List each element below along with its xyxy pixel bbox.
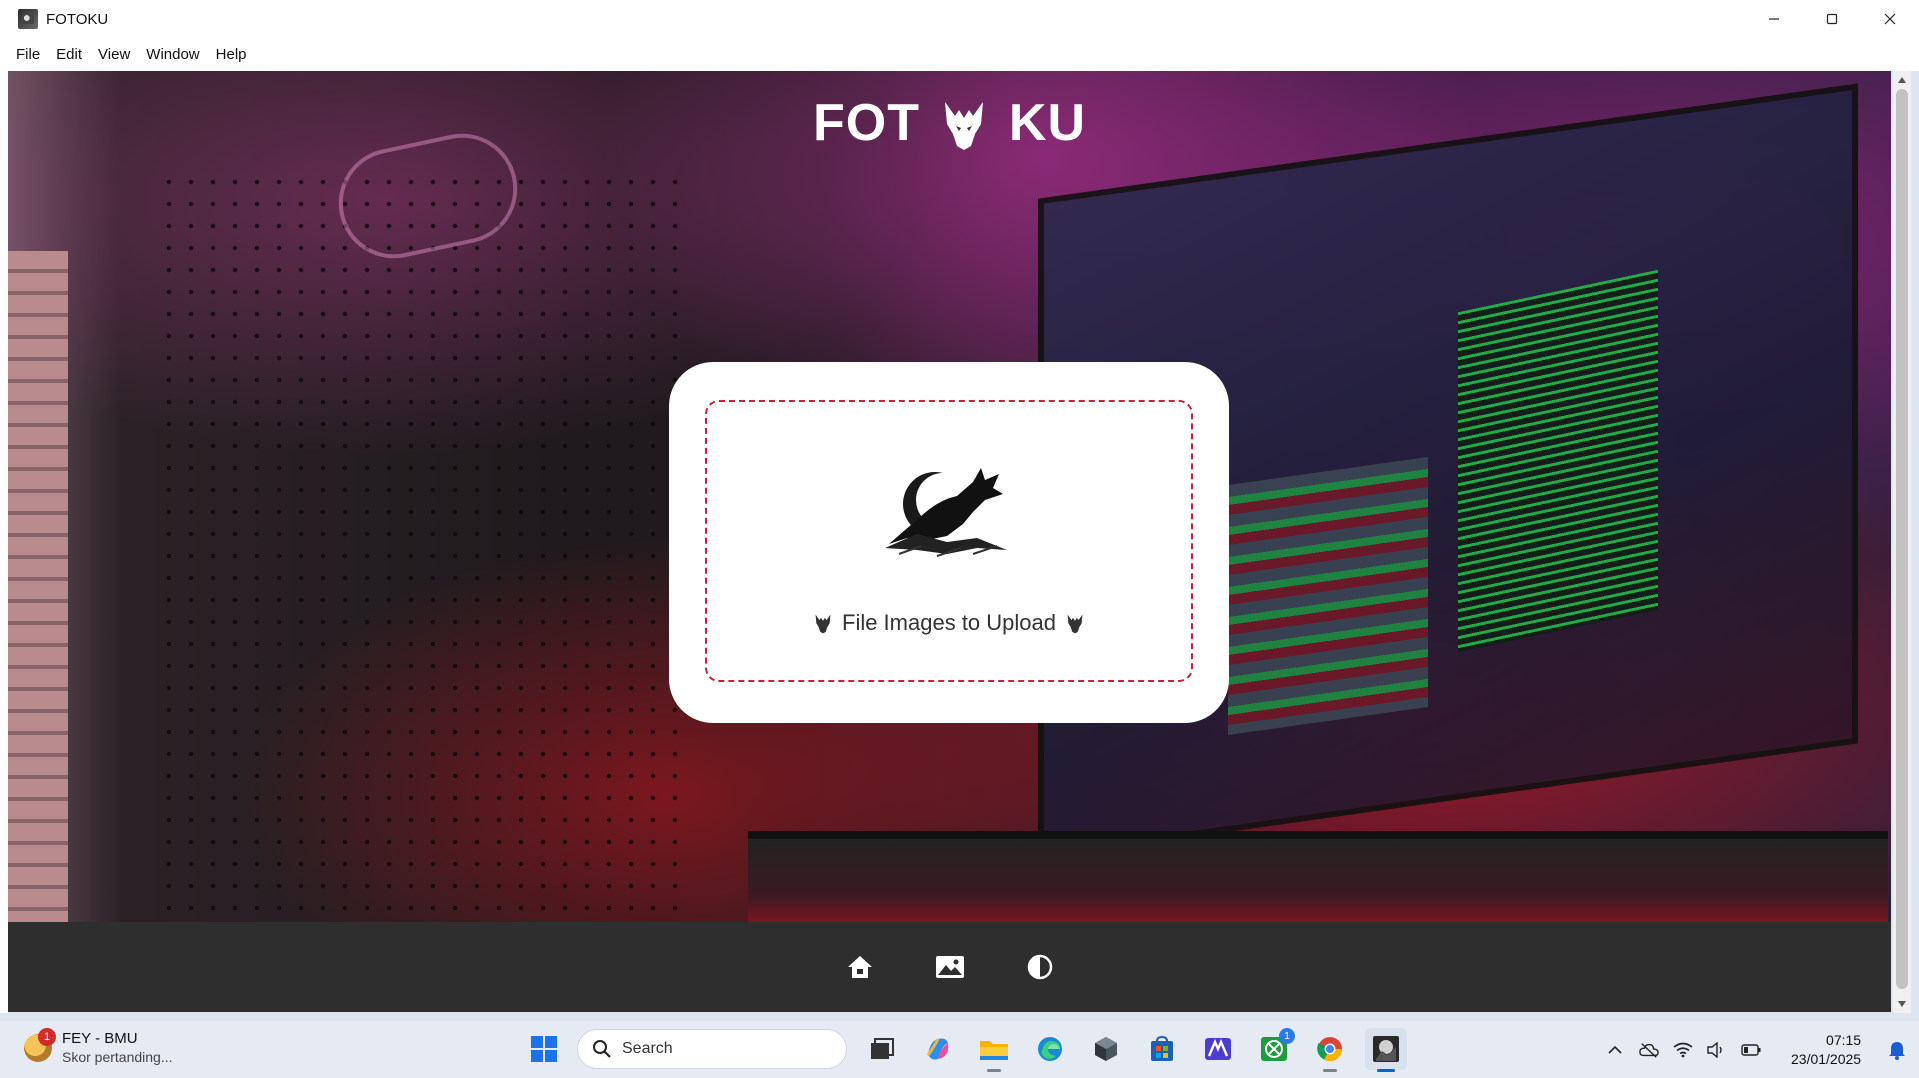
close-button[interactable] xyxy=(1861,0,1919,38)
cloud-offline-icon xyxy=(1639,1043,1659,1058)
tray-onedrive[interactable] xyxy=(1639,1040,1659,1060)
widget-subtitle: Skor pertanding... xyxy=(62,1049,173,1065)
editor-icon xyxy=(1205,1038,1231,1060)
taskbar-file-explorer[interactable] xyxy=(973,1028,1015,1072)
terminal-window xyxy=(1458,269,1658,653)
clock-date: 23/01/2025 xyxy=(1791,1051,1862,1067)
system-tray: 07:15 23/01/2025 xyxy=(1605,1031,1907,1069)
task-view-icon xyxy=(871,1038,894,1059)
xbox-badge: 1 xyxy=(1279,1028,1295,1044)
maximize-button[interactable] xyxy=(1803,0,1861,38)
window-blinds xyxy=(8,251,68,923)
taskbar-app-editor[interactable] xyxy=(1197,1028,1239,1070)
lower-monitor xyxy=(748,831,1888,923)
menu-help[interactable]: Help xyxy=(208,42,255,67)
bell-icon xyxy=(1889,1042,1906,1060)
widget-title: FEY - BMU xyxy=(62,1030,138,1047)
wolf-logo-icon xyxy=(1067,614,1083,634)
taskbar-search[interactable]: Search xyxy=(577,1029,847,1069)
wolf-logo-icon xyxy=(815,614,831,634)
taskbar-xbox[interactable]: 1 xyxy=(1253,1028,1295,1070)
chevron-up-icon xyxy=(1608,1045,1622,1054)
window-title: FOTOKU xyxy=(46,10,109,28)
chrome-icon xyxy=(1317,1037,1342,1062)
taskbar-edge[interactable] xyxy=(1029,1028,1071,1070)
start-button[interactable] xyxy=(525,1030,563,1068)
copilot-icon xyxy=(926,1038,949,1060)
nav-gallery-button[interactable] xyxy=(933,950,967,984)
logo-text-right: KU xyxy=(1008,94,1086,152)
close-icon xyxy=(1884,13,1896,25)
menu-view[interactable]: View xyxy=(90,42,138,67)
tray-battery[interactable] xyxy=(1741,1040,1761,1060)
search-icon xyxy=(593,1040,611,1058)
upload-label: File Images to Upload xyxy=(842,610,1056,635)
active-indicator xyxy=(1377,1069,1395,1072)
store-icon xyxy=(1151,1035,1173,1061)
notifications-button[interactable] xyxy=(1887,1040,1907,1060)
cube-icon xyxy=(1095,1037,1117,1061)
widget-text: FEY - BMU Skor pertanding... xyxy=(62,1029,173,1067)
news-widget[interactable]: 1 FEY - BMU Skor pertanding... xyxy=(24,1028,173,1067)
taskbar-chrome[interactable] xyxy=(1309,1028,1351,1072)
taskbar-task-view[interactable] xyxy=(861,1028,903,1070)
bottom-nav xyxy=(8,922,1891,1012)
running-indicator xyxy=(987,1069,1001,1072)
upload-label-row: File Images to Upload xyxy=(707,610,1191,636)
battery-icon xyxy=(1741,1044,1761,1056)
taskbar-center: Search 1 xyxy=(525,1028,1407,1072)
windows-icon xyxy=(531,1036,557,1062)
taskbar-fotoku[interactable] xyxy=(1365,1028,1407,1072)
taskbar-app-cube[interactable] xyxy=(1085,1028,1127,1070)
speaker-icon xyxy=(1707,1042,1722,1058)
tray-volume[interactable] xyxy=(1707,1040,1727,1060)
minimize-button[interactable] xyxy=(1745,0,1803,38)
app-logo: FOT KU xyxy=(8,93,1891,153)
app-content: FOT KU File Images to Upload xyxy=(8,71,1891,923)
scroll-thumb[interactable] xyxy=(1896,89,1908,989)
home-icon xyxy=(847,956,872,978)
widget-badge: 1 xyxy=(38,1028,56,1046)
search-placeholder: Search xyxy=(622,1040,673,1057)
wifi-icon xyxy=(1673,1042,1693,1058)
menu-bar: File Edit View Window Help xyxy=(0,38,1919,71)
howling-wolf-moon-icon xyxy=(885,468,1007,557)
menu-edit[interactable]: Edit xyxy=(48,42,90,67)
scroll-down-icon[interactable] xyxy=(1898,1001,1906,1007)
monitor-window xyxy=(1228,456,1428,736)
window-controls xyxy=(1745,0,1919,38)
contrast-icon xyxy=(1027,954,1052,980)
folder-icon xyxy=(980,1041,1008,1060)
wolf-logo-icon xyxy=(945,102,984,151)
upload-card: File Images to Upload xyxy=(669,362,1229,723)
image-icon xyxy=(935,956,964,978)
tray-overflow-button[interactable] xyxy=(1605,1040,1625,1060)
menu-window[interactable]: Window xyxy=(138,42,207,67)
vertical-scrollbar[interactable] xyxy=(1893,71,1911,1013)
pegboard xyxy=(158,171,678,923)
nav-theme-button[interactable] xyxy=(1023,950,1057,984)
tray-wifi[interactable] xyxy=(1673,1040,1693,1060)
maximize-icon xyxy=(1826,13,1838,25)
app-icon xyxy=(18,9,38,29)
title-bar: FOTOKU xyxy=(0,0,1919,38)
edge-icon xyxy=(1038,1037,1062,1061)
logo-text-left: FOT xyxy=(813,94,920,152)
scroll-up-icon[interactable] xyxy=(1898,77,1906,83)
nav-home-button[interactable] xyxy=(843,950,877,984)
taskbar: 1 FEY - BMU Skor pertanding... Search 1 … xyxy=(0,1021,1919,1078)
minimize-icon xyxy=(1769,18,1779,20)
taskbar-store[interactable] xyxy=(1141,1028,1183,1070)
taskbar-copilot[interactable] xyxy=(917,1028,959,1070)
clock-time: 07:15 xyxy=(1826,1032,1862,1048)
sports-icon: 1 xyxy=(24,1028,56,1062)
fotoku-icon xyxy=(1373,1036,1399,1062)
taskbar-clock[interactable]: 07:15 23/01/2025 xyxy=(1791,1031,1861,1069)
upload-dropzone[interactable]: File Images to Upload xyxy=(705,400,1193,682)
menu-file[interactable]: File xyxy=(8,42,48,67)
window-left-border xyxy=(0,71,8,1013)
running-indicator xyxy=(1323,1069,1337,1072)
